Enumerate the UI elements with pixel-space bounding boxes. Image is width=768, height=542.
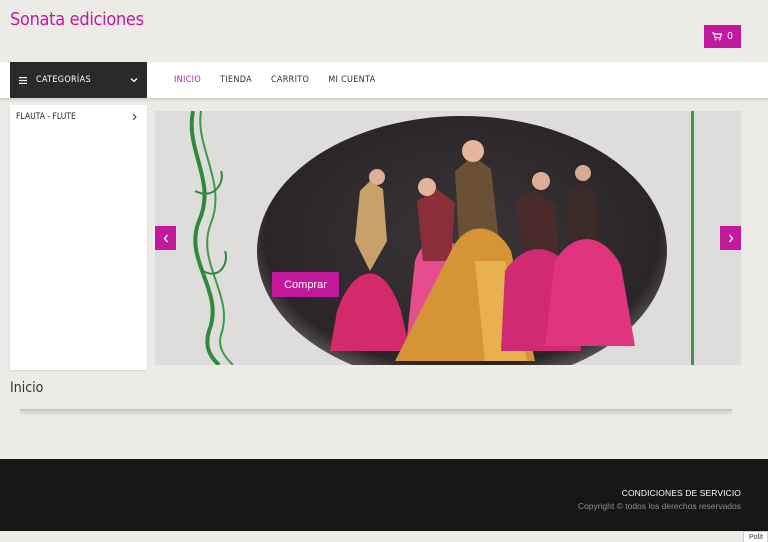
primary-nav: INICIO TIENDA CARRITO MI CUENTA — [174, 62, 394, 98]
nav-link-mi-cuenta[interactable]: MI CUENTA — [328, 75, 375, 85]
slider-prev-button[interactable] — [155, 226, 176, 250]
cart-button[interactable]: 0 — [704, 25, 741, 48]
cart-count: 0 — [727, 31, 733, 42]
nav-link-inicio[interactable]: INICIO — [174, 75, 201, 85]
menu-icon — [19, 76, 27, 84]
page-title: Inicio — [10, 380, 44, 396]
hero-slider[interactable] — [155, 111, 741, 365]
copyright-text: Copyright © todos los derechos reservado… — [577, 501, 741, 511]
nav-link-carrito[interactable]: CARRITO — [271, 75, 309, 85]
title-divider — [20, 409, 732, 411]
site-brand[interactable]: Sonata ediciones — [10, 9, 144, 30]
categories-label: CATEGORÍAS — [36, 75, 91, 85]
terms-link[interactable]: CONDICIONES DE SERVICIO — [622, 488, 741, 498]
chevron-left-icon — [163, 234, 168, 242]
cart-icon — [712, 32, 723, 41]
buy-button[interactable]: Comprar — [272, 272, 339, 297]
category-sidebar: FLAUTA - FLUTE — [10, 105, 147, 370]
categories-toggle[interactable]: CATEGORÍAS — [10, 62, 147, 98]
privacy-policy-tab[interactable]: Polít — [743, 531, 768, 542]
chevron-right-icon — [728, 234, 733, 242]
bottom-strip — [0, 531, 768, 542]
slide-image — [155, 111, 741, 365]
chevron-right-icon — [132, 113, 137, 121]
sidebar-item-flauta[interactable]: FLAUTA - FLUTE — [10, 105, 147, 122]
slider-next-button[interactable] — [720, 226, 741, 250]
chevron-down-icon — [130, 78, 138, 83]
nav-link-tienda[interactable]: TIENDA — [220, 75, 252, 85]
site-footer: CONDICIONES DE SERVICIO Copyright © todo… — [0, 459, 768, 531]
sidebar-item-label: FLAUTA - FLUTE — [16, 112, 76, 122]
